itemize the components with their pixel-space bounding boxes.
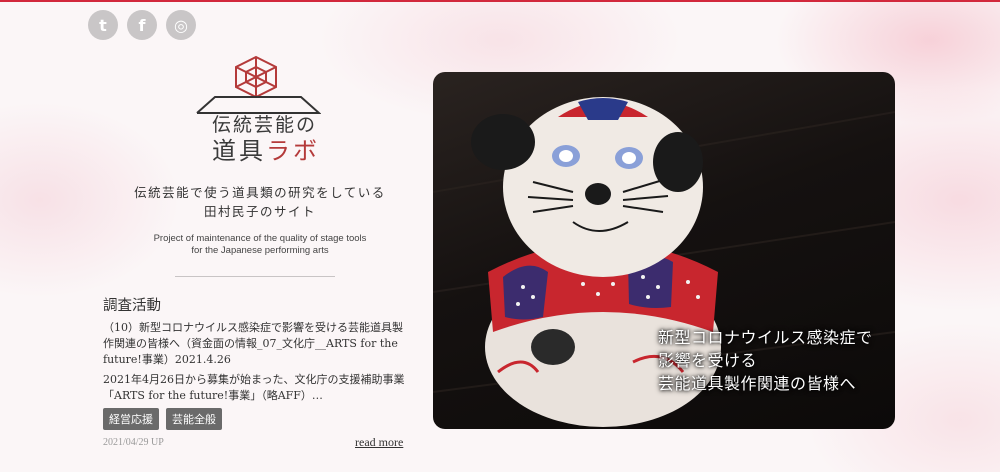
- facebook-icon[interactable]: f: [127, 10, 157, 40]
- post-tags: 経営応援 芸能全般: [103, 408, 222, 430]
- hero-image[interactable]: 新型コロナウイルス感染症で 影響を受ける 芸能道具製作関連の皆様へ: [433, 72, 895, 429]
- asanoha-crest-icon: [235, 55, 277, 99]
- hero-caption: 新型コロナウイルス感染症で 影響を受ける 芸能道具製作関連の皆様へ: [658, 326, 890, 395]
- instagram-icon[interactable]: ◎: [166, 10, 196, 40]
- hero-caption-line-3: 芸能道具製作関連の皆様へ: [658, 374, 857, 393]
- subtitle-en-line-2: for the Japanese performing arts: [191, 245, 329, 256]
- tag-geino[interactable]: 芸能全般: [166, 408, 222, 430]
- section-title: 調査活動: [103, 298, 161, 314]
- tagline-line-2: 田村民子のサイト: [203, 204, 316, 219]
- logo-line-1: 伝統芸能の: [212, 114, 318, 136]
- english-subtitle: Project of maintenance of the quality of…: [110, 233, 410, 257]
- logo-line-2-main: 道具: [212, 136, 266, 165]
- hero-caption-line-1: 新型コロナウイルス感染症で: [658, 328, 873, 347]
- subtitle-en-line-1: Project of maintenance of the quality of…: [153, 233, 367, 244]
- twitter-icon[interactable]: t: [88, 10, 118, 40]
- site-tagline: 伝統芸能で使う道具類の研究をしている 田村民子のサイト: [110, 183, 410, 221]
- hero-caption-line-2: 影響を受ける: [658, 351, 758, 370]
- logo-line-2: 道具ラボ: [212, 138, 322, 164]
- tagline-line-1: 伝統芸能で使う道具類の研究をしている: [134, 185, 386, 200]
- post-excerpt: 2021年4月26日から募集が始まった、文化庁の支援補助事業「ARTS for …: [103, 373, 405, 402]
- tag-keiei[interactable]: 経営応援: [103, 408, 159, 430]
- post-date: 2021/04/29 UP: [103, 437, 164, 448]
- divider: [175, 276, 335, 277]
- read-more-link[interactable]: read more: [355, 435, 403, 450]
- logo-line-2-accent: ラボ: [266, 136, 320, 165]
- post-title-link[interactable]: （10）新型コロナウイルス感染症で影響を受ける芸能道具製作関連の皆様へ（資金面の…: [103, 320, 408, 368]
- site-logo[interactable]: 伝統芸能の 道具ラボ: [212, 115, 322, 164]
- top-accent-line: [0, 0, 1000, 2]
- social-links: t f ◎: [88, 10, 196, 40]
- roof-line-icon: [196, 96, 321, 114]
